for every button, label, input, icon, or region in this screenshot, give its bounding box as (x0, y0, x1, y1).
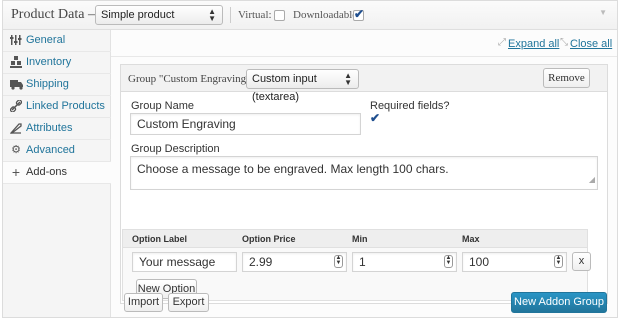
sidebar-item-advanced[interactable]: ⚙ Advanced (3, 140, 111, 162)
addon-type-select[interactable]: Custom input (textarea) ▲ ▼ (246, 69, 359, 103)
column-header: Option Label (132, 234, 187, 244)
column-header: Max (462, 234, 480, 244)
check-icon: ✔ (370, 111, 381, 125)
sliders-icon (10, 34, 22, 46)
sidebar-item-label: Add-ons (26, 166, 67, 178)
group-description-text: Choose a message to be engraved. Max len… (137, 162, 449, 176)
expand-arrow-icon: ⤢ (498, 37, 506, 48)
sidebar-item-label: Attributes (26, 122, 73, 134)
resize-grip-icon[interactable]: ◢ (589, 172, 595, 188)
new-addon-group-button[interactable]: New Addon Group (511, 292, 607, 313)
sidebar-item-label: Shipping (26, 78, 69, 90)
option-max-value: 100 (469, 255, 490, 269)
product-data-title: Product Data — (11, 7, 102, 22)
addon-group-title: Group "Custom Engraving" — (128, 73, 265, 85)
check-icon: ✔ (354, 7, 365, 21)
stepper-icon[interactable]: ▲ ▼ (334, 255, 343, 268)
sidebar-item-linked-products[interactable]: Linked Products (3, 96, 111, 118)
expand-all-link[interactable]: Expand all (508, 38, 559, 50)
group-description-label: Group Description (131, 143, 220, 155)
option-max-input[interactable]: 100 ▲ ▼ (462, 252, 567, 272)
remove-group-button[interactable]: Remove (543, 68, 590, 88)
sidebar-item-label: Linked Products (26, 100, 105, 112)
addons-main: ⤢ Expand all ⤡ Close all Group "Custom E… (111, 30, 617, 317)
column-header: Min (352, 234, 368, 244)
select-arrows-icon: ▲ ▼ (208, 7, 216, 23)
option-price-input[interactable]: 2.99 ▲ ▼ (242, 252, 347, 272)
required-fields-checkbox[interactable]: ✔ (370, 111, 381, 125)
group-name-label: Group Name (131, 100, 194, 112)
sidebar-item-attributes[interactable]: Attributes (3, 118, 111, 140)
option-label-input[interactable] (132, 252, 237, 272)
select-arrows-icon: ▲ ▼ (344, 71, 352, 87)
sidebar: General Inventory Shipping Linked Produc… (3, 30, 112, 317)
virtual-checkbox[interactable] (274, 10, 285, 21)
expand-close-row: ⤢ Expand all ⤡ Close all (111, 30, 617, 57)
sidebar-item-label: Advanced (26, 144, 75, 156)
addon-group-header[interactable]: Group "Custom Engraving" — Custom input … (121, 65, 607, 103)
product-data-header: Product Data — Simple product ▲ ▼ Virtual… (3, 1, 617, 30)
collapse-arrow-icon: ⤡ (560, 37, 568, 48)
import-button[interactable]: Import (124, 293, 163, 312)
boxes-icon (10, 56, 22, 68)
link-icon (9, 99, 23, 113)
sidebar-item-general[interactable]: General (3, 30, 111, 52)
required-fields-label: Required fields? (370, 100, 450, 112)
sidebar-item-add-ons[interactable]: + Add-ons (3, 162, 112, 184)
tag-icon (9, 122, 22, 134)
product-type-value: Simple product (101, 9, 175, 21)
column-header: Option Price (242, 234, 296, 244)
export-button[interactable]: Export (168, 293, 209, 312)
virtual-label: Virtual: (238, 9, 272, 21)
plus-icon: + (11, 164, 21, 180)
truck-icon (10, 78, 23, 90)
remove-option-button[interactable]: x (572, 252, 591, 271)
sidebar-item-label: Inventory (26, 56, 72, 68)
group-name-input[interactable] (130, 113, 361, 135)
addon-type-value: Custom input (textarea) (252, 73, 317, 103)
stepper-icon[interactable]: ▲ ▼ (444, 255, 453, 268)
gear-icon: ⚙ (11, 144, 21, 156)
option-min-input[interactable]: 1 ▲ ▼ (352, 252, 457, 272)
sidebar-item-inventory[interactable]: Inventory (3, 52, 111, 74)
downloadable-checkbox[interactable]: ✔ (353, 7, 365, 21)
product-type-select[interactable]: Simple product ▲ ▼ (95, 5, 223, 25)
options-table-header: Option Label Option Price Min Max (123, 230, 587, 248)
group-description-textarea[interactable]: Choose a message to be engraved. Max len… (130, 156, 598, 190)
triangle-down-icon[interactable]: ▼ (599, 8, 607, 17)
product-data-panel: Product Data — Simple product ▲ ▼ Virtual… (2, 0, 618, 318)
option-price-value: 2.99 (249, 255, 273, 269)
sidebar-item-label: General (26, 34, 66, 46)
stepper-icon[interactable]: ▲ ▼ (554, 255, 563, 268)
sidebar-item-shipping[interactable]: Shipping (3, 74, 111, 96)
divider (230, 7, 231, 23)
option-min-value: 1 (359, 255, 366, 269)
close-all-link[interactable]: Close all (570, 38, 612, 50)
downloadable-label: Downloadable: (293, 9, 361, 21)
